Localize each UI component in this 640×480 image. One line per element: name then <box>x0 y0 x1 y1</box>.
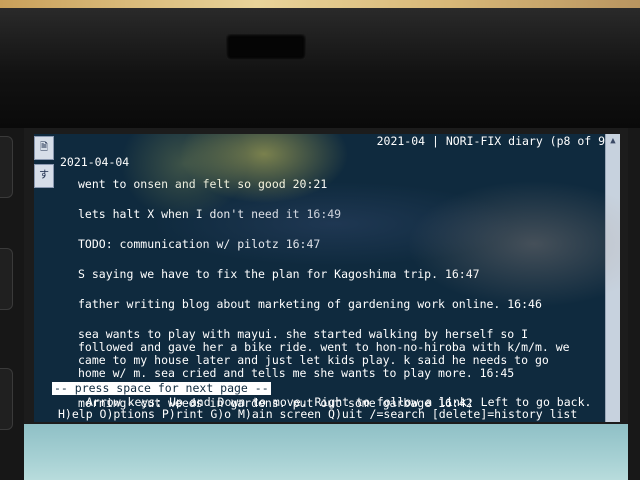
side-toolbar: 🗎 す <box>34 136 54 192</box>
hardware-button <box>0 368 13 430</box>
page-title: 2021-04 | NORI-FIX diary (p8 of 9) <box>376 134 612 148</box>
scroll-up-icon[interactable]: ▲ <box>606 134 620 148</box>
ime-icon[interactable]: す <box>34 164 54 188</box>
diary-entry[interactable]: TODO: communication w/ pilotz 16:47 <box>78 238 598 251</box>
diary-entry[interactable]: father writing blog about marketing of g… <box>78 298 598 311</box>
diary-entry[interactable]: S saying we have to fix the plan for Kag… <box>78 268 598 281</box>
vertical-scrollbar[interactable]: ▲ <box>605 134 620 422</box>
camera-housing <box>226 34 306 60</box>
device-bezel <box>0 8 640 128</box>
device-right-edge <box>628 128 640 480</box>
help-line-commands: H)elp O)ptions P)rint G)o M)ain screen Q… <box>58 407 578 421</box>
diary-entry[interactable]: went to onsen and felt so good 20:21 <box>78 178 598 191</box>
date-heading: 2021-04-04 <box>60 155 130 169</box>
diary-entry[interactable]: lets halt X when I don't need it 16:49 <box>78 208 598 221</box>
pager-prompt: -- press space for next page -- <box>52 381 271 395</box>
terminal-screen: 🗎 す 2021-04 | NORI-FIX diary (p8 of 9) 2… <box>34 134 620 422</box>
device-left-edge <box>0 128 24 480</box>
hardware-button <box>0 136 13 198</box>
diary-entry[interactable]: sea wants to play with mayui. she starte… <box>78 328 598 380</box>
screen-bottom-glare <box>24 424 628 480</box>
document-icon[interactable]: 🗎 <box>34 136 54 160</box>
hardware-button <box>0 248 13 310</box>
